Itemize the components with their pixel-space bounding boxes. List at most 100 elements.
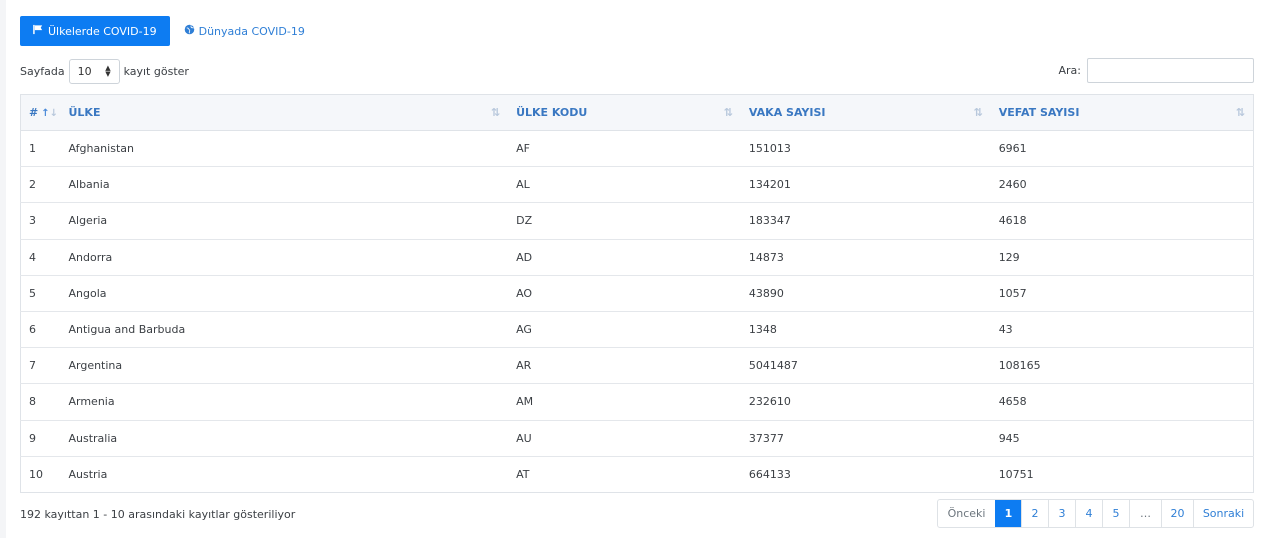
cell-country: Argentina (68, 359, 123, 373)
cell-country: Armenia (68, 395, 115, 409)
table-row: 8 Armenia AM 232610 4658 (20, 384, 1254, 420)
cell-index: 1 (29, 142, 36, 156)
cell-code: AO (516, 286, 533, 300)
cell-deaths: 2460 (998, 178, 1027, 192)
cell-code: AD (516, 250, 533, 264)
table-row: 7 Argentina AR 5041487 108165 (20, 348, 1254, 384)
pagination: Önceki 1 2 3 4 5 … 20 Sonraki (937, 499, 1254, 528)
tab-bar: Ülkelerde COVID-19 Dünyada COVID-19 (20, 16, 305, 46)
tab-countries-covid[interactable]: Ülkelerde COVID-19 (20, 16, 170, 46)
search-input[interactable] (1087, 58, 1254, 83)
sort-icon: ⇅ (490, 106, 501, 119)
cell-country: Afghanistan (68, 142, 134, 156)
tab-world-label: Dünyada COVID-19 (198, 24, 305, 38)
sort-icon: ⇅ (723, 106, 733, 119)
cell-deaths: 6961 (998, 142, 1027, 156)
table-row: 10 Austria AT 664133 10751 (21, 456, 1254, 492)
cell-deaths: 129 (998, 250, 1020, 264)
cell-index: 7 (29, 359, 36, 373)
column-header-index[interactable]: # ↑↓ (20, 94, 61, 131)
cell-index: 4 (29, 250, 36, 264)
cell-country: Angola (68, 286, 107, 300)
cell-index: 8 (29, 395, 36, 409)
page-length-prefix: Sayfada (20, 64, 65, 78)
covid-table: # ↑↓ ÜLKE ⇅ ÜLKE KODU ⇅ VAKA SAYISI ⇅ VEFAT … (20, 94, 1254, 493)
search-label: Ara: (1058, 64, 1082, 77)
cell-index: 2 (29, 178, 36, 192)
tab-countries-label: Ülkelerde COVID-19 (48, 24, 157, 38)
cell-country: Antigua and Barbuda (68, 323, 186, 337)
cell-code: AT (516, 467, 530, 481)
pagination-page[interactable]: 1 (995, 500, 1021, 527)
cell-code: AG (516, 323, 532, 337)
cell-code: AL (516, 178, 530, 192)
column-header-country[interactable]: ÜLKE ⇅ (60, 94, 509, 131)
cell-deaths: 43 (998, 323, 1013, 337)
cell-cases: 43890 (748, 286, 784, 300)
sort-icon: ⇅ (1235, 106, 1245, 119)
flag-icon (33, 24, 44, 38)
cell-country: Austria (68, 467, 108, 481)
cell-cases: 1348 (748, 323, 777, 337)
pagination-ellipsis: … (1129, 500, 1161, 527)
tab-world-covid[interactable]: Dünyada COVID-19 (184, 24, 305, 38)
cell-code: AM (516, 395, 534, 409)
sort-asc-icon: ↑↓ (41, 108, 58, 119)
cell-index: 6 (29, 323, 36, 337)
cell-cases: 37377 (748, 431, 784, 445)
search-control: Ara: (1058, 58, 1254, 83)
cell-country: Andorra (68, 250, 113, 264)
page-length-control: Sayfada 10 ▲ ▼ kayıt göster (20, 58, 189, 84)
pagination-page[interactable]: 4 (1075, 500, 1102, 527)
pagination-page[interactable]: 3 (1048, 500, 1075, 527)
cell-index: 3 (29, 214, 36, 228)
page-length-value: 10 (77, 64, 92, 78)
cell-cases: 664133 (748, 467, 791, 481)
cell-country: Albania (68, 178, 110, 192)
table-row: 3 Algeria DZ 183347 4618 (20, 203, 1254, 240)
cell-cases: 232610 (748, 395, 791, 409)
pagination-page[interactable]: 5 (1102, 500, 1129, 527)
cell-country: Australia (68, 431, 118, 445)
cell-cases: 151013 (748, 142, 791, 156)
table-row: 5 Angola AO 43890 1057 (20, 275, 1254, 312)
cell-deaths: 1057 (998, 286, 1027, 300)
cell-deaths: 945 (998, 431, 1020, 445)
table-body: 1 Afghanistan AF 151013 6961 2 Albania AL 13420… (20, 131, 1254, 493)
column-header-deaths[interactable]: VEFAT SAYISI ⇅ (990, 94, 1254, 131)
pagination-page[interactable]: 2 (1021, 500, 1048, 527)
cell-country: Algeria (68, 214, 108, 228)
cell-index: 9 (29, 431, 36, 445)
cell-cases: 14873 (748, 250, 784, 264)
cell-index: 10 (29, 467, 43, 481)
cell-deaths: 10751 (998, 467, 1034, 481)
pagination-next[interactable]: Sonraki (1193, 500, 1253, 527)
select-arrows-icon: ▲ ▼ (105, 64, 111, 78)
cell-deaths: 4618 (998, 214, 1027, 228)
table-row: 6 Antigua and Barbuda AG 1348 43 (20, 311, 1254, 348)
page-length-select[interactable]: 10 ▲ ▼ (68, 58, 120, 84)
cell-cases: 183347 (748, 214, 791, 228)
page-length-suffix: kayıt göster (123, 64, 189, 78)
column-header-cases[interactable]: VAKA SAYISI ⇅ (740, 94, 991, 131)
cell-code: AU (516, 431, 532, 445)
cell-code: AF (516, 142, 530, 156)
column-header-country-code[interactable]: ÜLKE KODU ⇅ (508, 94, 741, 131)
pagination-page[interactable]: 20 (1161, 500, 1193, 527)
cell-code: AR (516, 359, 532, 373)
table-row: 1 Afghanistan AF 151013 6961 (20, 131, 1254, 167)
cell-cases: 134201 (748, 178, 791, 192)
table-header-row: # ↑↓ ÜLKE ⇅ ÜLKE KODU ⇅ VAKA SAYISI ⇅ VEFAT … (20, 94, 1254, 131)
globe-icon (184, 24, 195, 38)
table-row: 2 Albania AL 134201 2460 (20, 167, 1254, 203)
cell-cases: 5041487 (748, 359, 798, 373)
table-row: 9 Australia AU 37377 945 (20, 420, 1254, 457)
cell-deaths: 4658 (998, 395, 1027, 409)
cell-deaths: 108165 (998, 359, 1041, 373)
cell-index: 5 (29, 286, 36, 300)
pagination-prev[interactable]: Önceki (938, 500, 995, 527)
page: Ülkelerde COVID-19 Dünyada COVID-19 Sayf… (6, 0, 1270, 538)
cell-code: DZ (516, 214, 533, 228)
table-info: 192 kayıttan 1 - 10 arasındaki kayıtlar … (20, 508, 296, 521)
sort-icon: ⇅ (973, 106, 983, 119)
